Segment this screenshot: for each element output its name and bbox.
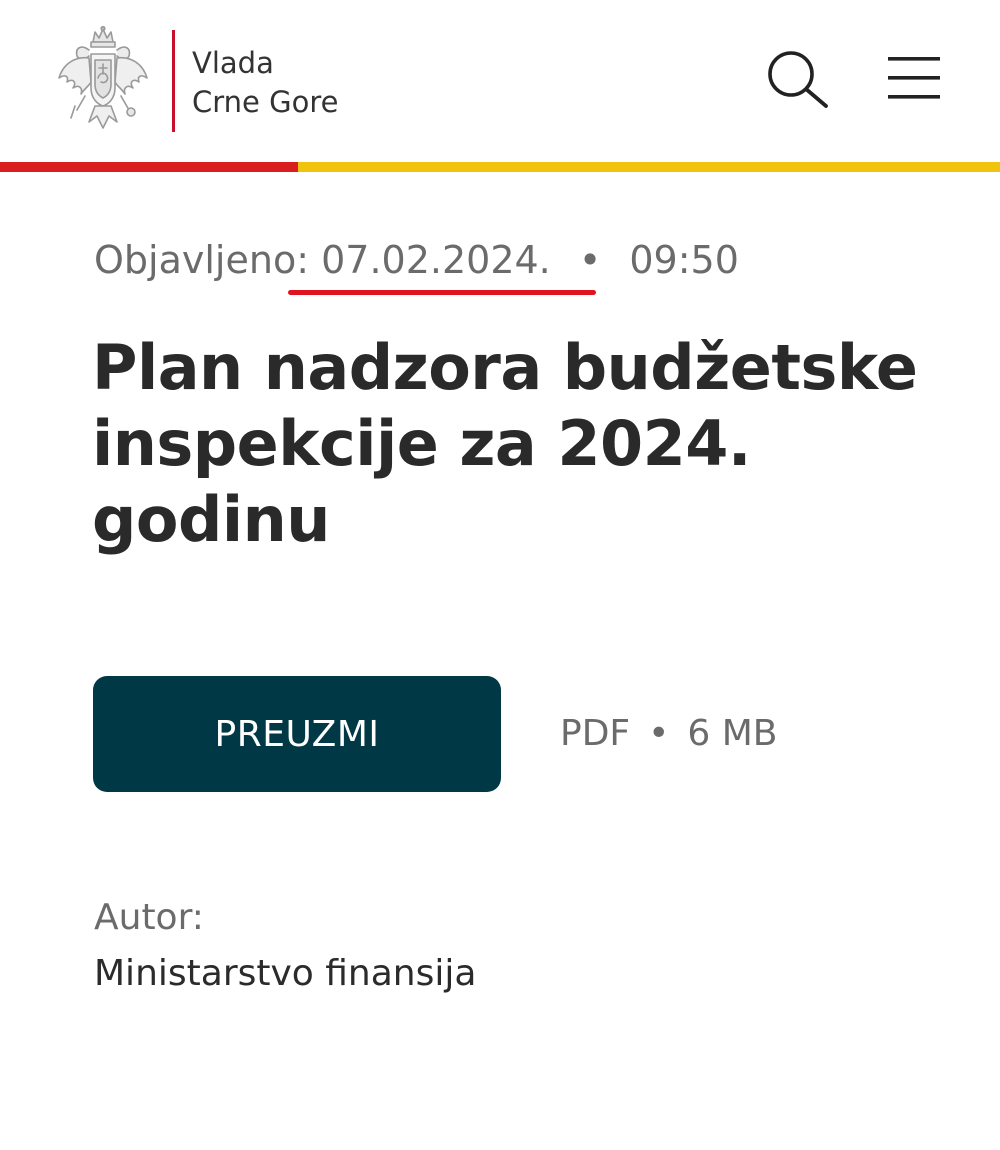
published-time: 09:50 xyxy=(629,238,739,282)
search-button[interactable] xyxy=(765,48,831,110)
page-title: Plan nadzora budžetske inspekcije za 202… xyxy=(92,331,918,556)
published-date: 07.02.2024. xyxy=(321,238,551,282)
download-button[interactable]: PREUZMI xyxy=(93,676,501,792)
file-info-separator: • xyxy=(648,713,670,754)
menu-button[interactable] xyxy=(886,55,942,101)
flag-bar-gold xyxy=(298,162,1000,172)
publish-meta: Objavljeno: 07.02.2024. • 09:50 xyxy=(94,234,739,286)
published-label: Objavljeno: xyxy=(94,238,309,282)
author-label: Autor: xyxy=(94,897,204,938)
page: Vlada Crne Gore Objavljeno: 07.02.2024. … xyxy=(0,0,1000,1150)
date-highlight-underline xyxy=(288,290,596,295)
logo-line-1: Vlada xyxy=(192,46,274,80)
logo-text[interactable]: Vlada Crne Gore xyxy=(192,44,338,122)
flag-bar-red xyxy=(0,162,298,172)
logo-divider xyxy=(172,30,175,132)
file-type: PDF xyxy=(560,713,631,754)
hamburger-menu-icon xyxy=(888,57,940,99)
meta-separator: • xyxy=(578,238,602,282)
file-size: 6 MB xyxy=(687,713,778,754)
coat-of-arms-logo[interactable] xyxy=(55,25,151,134)
search-icon xyxy=(768,51,828,108)
author-name: Ministarstvo finansija xyxy=(94,953,477,994)
site-header: Vlada Crne Gore xyxy=(0,0,1000,162)
eagle-emblem-icon xyxy=(58,25,148,129)
file-info: PDF • 6 MB xyxy=(560,710,777,758)
logo-line-2: Crne Gore xyxy=(192,85,339,119)
flag-color-bar xyxy=(0,162,1000,172)
